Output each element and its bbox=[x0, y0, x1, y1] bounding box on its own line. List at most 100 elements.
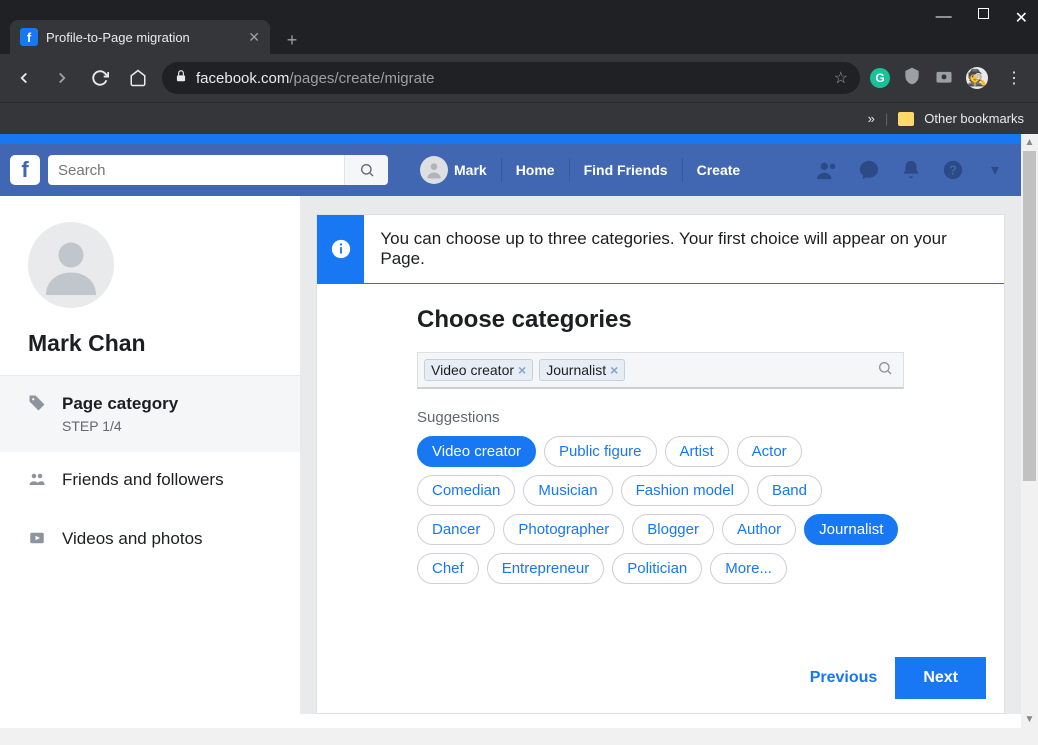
suggestion-chip[interactable]: More... bbox=[710, 553, 787, 584]
grammarly-icon[interactable]: G bbox=[870, 68, 890, 88]
card-heading: Choose categories bbox=[417, 306, 904, 334]
other-bookmarks-button[interactable]: Other bookmarks bbox=[924, 111, 1024, 126]
info-banner: You can choose up to three categories. Y… bbox=[317, 215, 1004, 284]
bookmarks-overflow-icon[interactable]: » bbox=[868, 111, 875, 126]
scroll-down-icon[interactable]: ▼ bbox=[1021, 711, 1038, 728]
suggestion-chip[interactable]: Fashion model bbox=[621, 475, 749, 506]
tab-strip: f Profile-to-Page migration ✕ + bbox=[0, 16, 1038, 54]
fb-search-bar[interactable] bbox=[48, 155, 388, 185]
avatar-placeholder-icon bbox=[28, 222, 114, 308]
titlebar bbox=[0, 0, 1038, 16]
fb-blue-stripe bbox=[0, 134, 1021, 144]
star-icon[interactable]: ☆ bbox=[834, 68, 848, 88]
suggestion-chips: Video creator Public figure Artist Actor Com… bbox=[417, 436, 904, 584]
suggestion-chip[interactable]: Entrepreneur bbox=[487, 553, 605, 584]
search-button[interactable] bbox=[344, 155, 388, 185]
nav-find-friends[interactable]: Find Friends bbox=[569, 158, 682, 182]
window-controls: — ✕ bbox=[936, 8, 1028, 28]
account-menu-icon[interactable]: ▾ bbox=[983, 158, 1007, 182]
suggestion-chip[interactable]: Public figure bbox=[544, 436, 657, 467]
card-footer: Previous Next bbox=[810, 657, 986, 699]
info-text: You can choose up to three categories. Y… bbox=[364, 215, 1004, 283]
search-icon[interactable] bbox=[877, 360, 893, 381]
suggestion-chip[interactable]: Comedian bbox=[417, 475, 515, 506]
shield-icon[interactable] bbox=[902, 66, 922, 91]
tab-close-icon[interactable]: ✕ bbox=[248, 29, 260, 46]
sidebar-item-page-category[interactable]: Page categorySTEP 1/4 bbox=[0, 376, 300, 452]
browser-menu-button[interactable]: ⋮ bbox=[1000, 64, 1028, 92]
selected-chip: Journalist× bbox=[539, 359, 625, 381]
camera-icon[interactable] bbox=[934, 66, 954, 91]
nav-profile-name: Mark bbox=[454, 158, 487, 182]
next-button[interactable]: Next bbox=[895, 657, 986, 699]
window-close-icon[interactable]: ✕ bbox=[1015, 8, 1028, 28]
page-layout: Mark Chan Page categorySTEP 1/4 Friends … bbox=[0, 196, 1021, 714]
search-input[interactable] bbox=[58, 162, 344, 179]
browser-tab[interactable]: f Profile-to-Page migration ✕ bbox=[10, 20, 270, 54]
suggestion-chip[interactable]: Blogger bbox=[632, 514, 714, 545]
category-card: You can choose up to three categories. Y… bbox=[316, 214, 1005, 714]
forward-button[interactable] bbox=[48, 64, 76, 92]
suggestion-chip[interactable]: Author bbox=[722, 514, 796, 545]
sidebar-user-name: Mark Chan bbox=[28, 330, 272, 357]
scroll-thumb[interactable] bbox=[1023, 151, 1036, 481]
incognito-icon[interactable]: 🕵️ bbox=[966, 67, 988, 89]
suggestion-chip[interactable]: Video creator bbox=[417, 436, 536, 467]
sidebar-item-label: Videos and photos bbox=[62, 529, 203, 548]
suggestion-chip[interactable]: Dancer bbox=[417, 514, 495, 545]
nav-home[interactable]: Home bbox=[501, 158, 569, 182]
notifications-icon[interactable] bbox=[899, 158, 923, 182]
tag-icon bbox=[28, 394, 48, 434]
url-text: facebook.com/pages/create/migrate bbox=[196, 70, 434, 87]
home-button[interactable] bbox=[124, 64, 152, 92]
suggestion-chip[interactable]: Politician bbox=[612, 553, 702, 584]
extension-area: G 🕵️ ⋮ bbox=[870, 64, 1028, 92]
vertical-scrollbar[interactable]: ▲ ▼ bbox=[1021, 134, 1038, 745]
friend-requests-icon[interactable] bbox=[815, 158, 839, 182]
reload-button[interactable] bbox=[86, 64, 114, 92]
sidebar-step-label: STEP 1/4 bbox=[62, 418, 178, 434]
fb-header-icons: ? ▾ bbox=[815, 158, 1007, 182]
browser-toolbar: facebook.com/pages/create/migrate ☆ G 🕵️… bbox=[0, 54, 1038, 102]
chip-remove-icon[interactable]: × bbox=[518, 362, 526, 378]
window-minimize-icon[interactable]: — bbox=[936, 8, 952, 28]
suggestion-chip[interactable]: Band bbox=[757, 475, 822, 506]
media-icon bbox=[28, 529, 48, 552]
sidebar-item-videos-photos[interactable]: Videos and photos bbox=[0, 511, 300, 570]
messenger-icon[interactable] bbox=[857, 158, 881, 182]
suggestions-section: Suggestions Video creator Public figure Ar… bbox=[417, 409, 904, 584]
chip-remove-icon[interactable]: × bbox=[610, 362, 618, 378]
info-icon bbox=[317, 215, 364, 283]
category-input[interactable]: Video creator× Journalist× bbox=[417, 352, 904, 389]
page-viewport: f Mark Home Find Friends Create ? ▾ bbox=[0, 134, 1038, 745]
suggestion-chip[interactable]: Musician bbox=[523, 475, 612, 506]
selected-chip: Video creator× bbox=[424, 359, 533, 381]
window-maximize-icon[interactable] bbox=[978, 8, 989, 19]
nav-profile-link[interactable]: Mark bbox=[406, 156, 501, 184]
scroll-up-icon[interactable]: ▲ bbox=[1021, 134, 1038, 151]
suggestion-chip[interactable]: Artist bbox=[665, 436, 729, 467]
sidebar-profile: Mark Chan bbox=[0, 196, 300, 376]
suggestion-chip[interactable]: Journalist bbox=[804, 514, 898, 545]
horizontal-scrollbar[interactable] bbox=[0, 728, 1021, 745]
previous-button[interactable]: Previous bbox=[810, 669, 878, 687]
suggestion-chip[interactable]: Chef bbox=[417, 553, 479, 584]
address-bar[interactable]: facebook.com/pages/create/migrate ☆ bbox=[162, 62, 860, 94]
svg-text:?: ? bbox=[949, 163, 957, 178]
suggestion-chip[interactable]: Actor bbox=[737, 436, 802, 467]
suggestions-label: Suggestions bbox=[417, 409, 904, 426]
suggestion-chip[interactable]: Photographer bbox=[503, 514, 624, 545]
facebook-logo-icon[interactable]: f bbox=[10, 155, 40, 185]
tab-title: Profile-to-Page migration bbox=[46, 30, 240, 45]
sidebar-item-friends-followers[interactable]: Friends and followers bbox=[0, 452, 300, 511]
help-icon[interactable]: ? bbox=[941, 158, 965, 182]
folder-icon bbox=[898, 112, 914, 126]
sidebar: Mark Chan Page categorySTEP 1/4 Friends … bbox=[0, 196, 300, 714]
back-button[interactable] bbox=[10, 64, 38, 92]
new-tab-button[interactable]: + bbox=[278, 26, 306, 54]
nav-create[interactable]: Create bbox=[682, 158, 755, 182]
facebook-favicon-icon: f bbox=[20, 28, 38, 46]
facebook-header: f Mark Home Find Friends Create ? ▾ bbox=[0, 144, 1021, 196]
avatar-icon bbox=[420, 156, 448, 184]
fb-nav: Mark Home Find Friends Create bbox=[406, 156, 754, 184]
